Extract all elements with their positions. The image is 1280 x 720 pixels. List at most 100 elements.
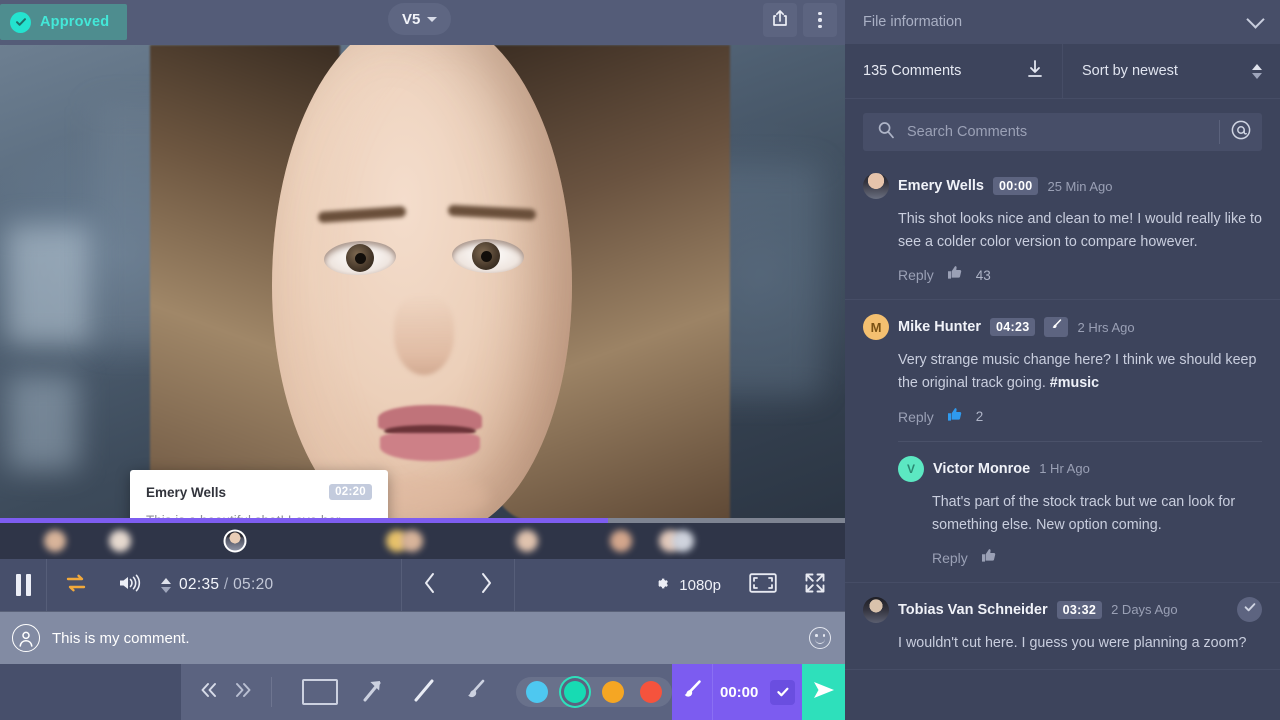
volume-button[interactable] <box>105 559 157 611</box>
duration: 05:20 <box>233 576 273 593</box>
reply-button[interactable]: Reply <box>898 409 934 425</box>
annotation-toolbar: 00:00 <box>0 664 845 720</box>
player-right-controls: 1080p <box>653 571 845 600</box>
arrow-tool-button[interactable] <box>346 675 398 710</box>
comment-reply[interactable]: V Victor Monroe 1 Hr Ago That's part of … <box>898 441 1262 568</box>
rectangle-tool-icon <box>302 679 338 705</box>
comment-marker[interactable] <box>109 530 131 552</box>
video-viewport[interactable]: Emery Wells 02:20 This is a beautiful sh… <box>0 45 845 523</box>
more-options-button[interactable] <box>803 3 837 37</box>
version-selector[interactable]: V5 <box>388 3 451 35</box>
reply-actions: Reply <box>932 548 1262 568</box>
thumbs-up-icon[interactable] <box>981 548 997 568</box>
status-badge[interactable]: Approved <box>0 4 127 40</box>
comment-author: Emery Wells <box>898 178 984 194</box>
comment-hashtag[interactable]: #music <box>1050 375 1099 391</box>
color-swatch[interactable] <box>602 681 624 703</box>
double-chevron-left-icon[interactable] <box>199 682 219 703</box>
comment-marker[interactable] <box>610 530 632 552</box>
fit-screen-button[interactable] <box>749 572 777 599</box>
chevron-down-icon <box>427 17 437 22</box>
mention-filter-button[interactable] <box>1220 119 1262 146</box>
divider <box>514 559 515 611</box>
comment-list[interactable]: Emery Wells 00:00 25 Min Ago This shot l… <box>845 159 1280 720</box>
search-input[interactable]: Search Comments <box>907 124 1219 140</box>
line-tool-button[interactable] <box>398 675 450 710</box>
list-item[interactable]: Emery Wells 00:00 25 Min Ago This shot l… <box>845 159 1280 300</box>
pause-button[interactable] <box>0 559 46 611</box>
loop-icon <box>63 573 89 598</box>
double-chevron-right-icon[interactable] <box>233 682 253 703</box>
next-comment-button[interactable] <box>458 559 514 611</box>
prev-comment-button[interactable] <box>402 559 458 611</box>
user-avatar-icon <box>12 624 40 652</box>
chevron-down-icon[interactable] <box>1246 10 1264 28</box>
annotation-timecode-checkbox[interactable] <box>770 680 795 705</box>
player-column: Approved V5 <box>0 0 845 720</box>
comment-marker[interactable] <box>516 530 538 552</box>
color-swatches <box>516 677 672 707</box>
quality-button[interactable]: 1080p <box>653 575 721 596</box>
emoji-smile-icon[interactable] <box>809 627 831 649</box>
frame-nav <box>402 559 514 611</box>
avatar: M <box>863 314 889 340</box>
color-swatch[interactable] <box>640 681 662 703</box>
comment-timecode[interactable]: 04:23 <box>990 318 1035 336</box>
send-comment-button[interactable] <box>802 664 845 720</box>
brush-tool-button[interactable] <box>450 675 502 710</box>
share-button[interactable] <box>763 3 797 37</box>
comment-age: 2 Days Ago <box>1111 602 1178 617</box>
color-swatch[interactable] <box>526 681 548 703</box>
list-item[interactable]: M Mike Hunter 04:23 2 Hrs Ago Very stran… <box>845 300 1280 583</box>
loop-button[interactable] <box>47 559 105 611</box>
annotation-timecode[interactable]: 00:00 <box>713 664 802 720</box>
check-circle-icon <box>10 12 31 33</box>
send-icon <box>811 678 837 707</box>
comment-marker[interactable] <box>672 530 694 552</box>
time-separator: / <box>224 576 229 593</box>
resolve-button[interactable] <box>1237 597 1262 622</box>
like-count: 43 <box>976 268 991 283</box>
thumbs-up-icon[interactable] <box>947 265 963 285</box>
playback-rate-stepper[interactable] <box>161 578 171 593</box>
annotation-indicator-button[interactable] <box>1044 317 1068 337</box>
video-review-app: Approved V5 <box>0 0 1280 720</box>
file-information-header[interactable]: File information <box>845 0 1280 44</box>
sort-label: Sort by newest <box>1082 63 1178 79</box>
video-comment-popover[interactable]: Emery Wells 02:20 This is a beautiful sh… <box>130 470 388 523</box>
search-comments-box[interactable]: Search Comments <box>863 113 1262 151</box>
reply-button[interactable]: Reply <box>932 550 968 566</box>
comment-header: M Mike Hunter 04:23 2 Hrs Ago <box>863 314 1262 340</box>
pause-icon <box>16 574 31 596</box>
reply-age: 1 Hr Ago <box>1039 461 1090 476</box>
color-swatch[interactable] <box>564 681 586 703</box>
reply-button[interactable]: Reply <box>898 267 934 283</box>
brush-tool-icon <box>461 675 491 710</box>
comment-marker[interactable] <box>224 530 247 553</box>
download-button[interactable] <box>1026 59 1044 83</box>
brush-mode-button[interactable] <box>672 664 714 720</box>
comment-marker[interactable] <box>44 530 66 552</box>
search-row: Search Comments <box>845 99 1280 159</box>
rectangle-tool-button[interactable] <box>294 679 346 705</box>
comment-input[interactable]: This is my comment. <box>52 630 809 647</box>
share-upload-icon <box>771 8 789 33</box>
at-mention-icon <box>1230 119 1252 146</box>
file-information-label: File information <box>863 14 962 30</box>
comment-timecode[interactable]: 03:32 <box>1057 601 1102 619</box>
comment-markers-track[interactable] <box>0 523 845 559</box>
version-label: V5 <box>402 11 420 28</box>
list-item[interactable]: Tobias Van Schneider 03:32 2 Days Ago I … <box>845 583 1280 670</box>
comment-marker[interactable] <box>401 530 423 552</box>
top-bar-actions <box>763 3 837 37</box>
comments-count-group: 135 Comments <box>845 44 1063 98</box>
comment-text: This shot looks nice and clean to me! I … <box>898 208 1262 254</box>
annotation-tools <box>181 664 672 720</box>
comment-composer[interactable]: This is my comment. <box>0 611 845 664</box>
thumbs-up-icon[interactable] <box>947 407 963 427</box>
sort-control[interactable]: Sort by newest <box>1063 44 1280 98</box>
popover-author: Emery Wells <box>146 485 226 500</box>
comment-timecode[interactable]: 00:00 <box>993 177 1038 195</box>
fullscreen-button[interactable] <box>803 571 827 600</box>
chevron-down-icon <box>161 587 171 593</box>
